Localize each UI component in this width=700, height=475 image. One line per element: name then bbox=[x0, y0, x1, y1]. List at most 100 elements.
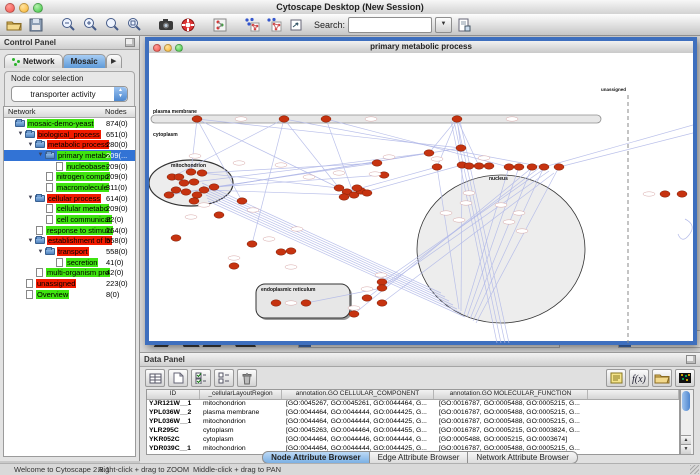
tree-expander-icon[interactable]: ▼ bbox=[36, 249, 45, 255]
network-edge[interactable] bbox=[544, 125, 693, 167]
network-node[interactable] bbox=[192, 192, 202, 198]
table-cell[interactable]: [GO:0016787, GO:0005488, GO:0005215, G..… bbox=[437, 409, 592, 418]
float-panel-icon[interactable] bbox=[686, 355, 696, 364]
table-cell[interactable]: mitochondrion bbox=[201, 418, 284, 427]
unselect-attributes-icon[interactable] bbox=[214, 369, 234, 387]
tree-row-nitrogen-compo[interactable]: nitrogen compo209(0) bbox=[4, 171, 135, 182]
network-node[interactable] bbox=[527, 164, 537, 170]
network-node[interactable] bbox=[339, 194, 349, 200]
table-cell[interactable]: [GO:0016787, GO:0005215, GO:0003824, G..… bbox=[437, 427, 592, 436]
tab-network[interactable]: Network bbox=[4, 54, 63, 68]
minimize-window-button[interactable] bbox=[19, 3, 29, 13]
float-panel-icon[interactable] bbox=[125, 38, 135, 47]
more-tabs-button[interactable]: ▶ bbox=[106, 54, 122, 68]
network-node[interactable] bbox=[452, 116, 462, 122]
function-builder-icon[interactable]: f(x) bbox=[629, 369, 649, 387]
network-node[interactable] bbox=[237, 198, 247, 204]
network-overview-icon[interactable] bbox=[210, 16, 230, 34]
table-row[interactable]: YPL036W__2plasma membrane[GO:0044464, GO… bbox=[147, 409, 679, 418]
tree-row-mosaic-demo-yeast[interactable]: mosaic-demo-yeast874(0) bbox=[4, 118, 135, 129]
network-edge[interactable] bbox=[429, 119, 457, 153]
table-cell[interactable]: [GO:0016787, GO:0005488, GO:0005215, G..… bbox=[437, 418, 592, 427]
search-input[interactable] bbox=[348, 17, 432, 33]
table-cell[interactable]: mitochondrion bbox=[201, 400, 284, 409]
network-node[interactable] bbox=[199, 187, 209, 193]
network-node[interactable] bbox=[352, 185, 362, 191]
tree-row-response-to-stimulu[interactable]: response to stimulu264(0) bbox=[4, 225, 135, 236]
table-cell[interactable]: plasma membrane bbox=[201, 409, 284, 418]
help-lifering-icon[interactable] bbox=[178, 16, 198, 34]
zoom-window-button[interactable] bbox=[33, 3, 43, 13]
column-header-1[interactable]: _cellularLayoutRegion bbox=[200, 390, 282, 399]
network-view-window[interactable]: primary metabolic process plasma membran… bbox=[145, 37, 697, 345]
network-node[interactable] bbox=[660, 191, 670, 197]
tree-row-cellular-metabo[interactable]: cellular metabo209(0) bbox=[4, 204, 135, 215]
annotation-page-icon[interactable] bbox=[286, 16, 306, 34]
import-attributes-icon[interactable] bbox=[652, 369, 672, 387]
table-cell[interactable]: [GO:0044464, GO:0044444, GO:0044425, G..… bbox=[284, 418, 437, 427]
zoom-in-icon[interactable] bbox=[80, 16, 100, 34]
table-cell[interactable]: cytoplasm bbox=[201, 436, 284, 445]
network-node[interactable] bbox=[186, 169, 196, 175]
network-node[interactable] bbox=[504, 164, 514, 170]
attribute-table-header[interactable]: ID_cellularLayoutRegionannotation.GO CEL… bbox=[147, 390, 679, 400]
close-window-button[interactable] bbox=[5, 3, 15, 13]
search-options-icon[interactable] bbox=[454, 16, 474, 34]
attribute-table-icon[interactable] bbox=[145, 369, 165, 387]
network-node[interactable] bbox=[349, 311, 359, 317]
network-node[interactable] bbox=[456, 145, 466, 151]
tab-mosaic[interactable]: Mosaic bbox=[63, 54, 106, 68]
tree-row-secretion[interactable]: secretion41(0) bbox=[4, 257, 135, 268]
tree-row-nucleobase-[interactable]: nucleobase-209(0) bbox=[4, 161, 135, 172]
network-node[interactable] bbox=[539, 164, 549, 170]
tree-expander-icon[interactable]: ▼ bbox=[16, 131, 25, 137]
network-edge[interactable] bbox=[202, 163, 377, 173]
column-header-0[interactable]: ID bbox=[147, 390, 200, 399]
tree-row-primary-metabo[interactable]: ▼primary metabo209(... bbox=[4, 150, 135, 161]
open-folder-icon[interactable] bbox=[4, 16, 24, 34]
network-node[interactable] bbox=[432, 164, 442, 170]
network-edge[interactable] bbox=[284, 119, 544, 167]
network-node[interactable] bbox=[301, 300, 311, 306]
tree-row-macromolecule[interactable]: macromolecule311(0) bbox=[4, 182, 135, 193]
network-node[interactable] bbox=[484, 163, 494, 169]
attribute-form-icon[interactable] bbox=[606, 369, 626, 387]
table-cell[interactable]: YJR121W__1 bbox=[147, 400, 201, 409]
tree-row-metabolic-process[interactable]: ▼metabolic process280(0) bbox=[4, 139, 135, 150]
network-node[interactable] bbox=[377, 300, 387, 306]
save-icon[interactable] bbox=[26, 16, 46, 34]
tree-row-overview[interactable]: Overview8(0) bbox=[4, 289, 135, 300]
network-node[interactable] bbox=[171, 235, 181, 241]
zoom-fit-icon[interactable] bbox=[102, 16, 122, 34]
network-node[interactable] bbox=[286, 248, 296, 254]
tree-expander-icon[interactable]: ▼ bbox=[36, 152, 45, 158]
network-node[interactable] bbox=[181, 189, 191, 195]
tree-row-transport[interactable]: ▼transport558(0) bbox=[4, 246, 135, 257]
column-header-2[interactable]: annotation.GO CELLULAR_COMPONENT bbox=[282, 390, 434, 399]
table-cell[interactable]: [GO:0045267, GO:0045261, GO:0044464, G..… bbox=[284, 400, 437, 409]
table-row[interactable]: YLR295Ccytoplasm[GO:0045263, GO:0044464,… bbox=[147, 427, 679, 436]
tree-expander-icon[interactable]: ▼ bbox=[26, 238, 35, 244]
column-header-3[interactable]: annotation.GO MOLECULAR_FUNCTION bbox=[434, 390, 588, 399]
network-node[interactable] bbox=[321, 116, 331, 122]
table-cell[interactable]: YPL036W__1 bbox=[147, 418, 201, 427]
network-node[interactable] bbox=[514, 164, 524, 170]
search-dropdown-button[interactable]: ▼ bbox=[435, 17, 452, 33]
table-vertical-scrollbar[interactable]: ▲ ▼ bbox=[680, 389, 694, 455]
zoom-out-icon[interactable] bbox=[58, 16, 78, 34]
network-node[interactable] bbox=[197, 170, 207, 176]
network-node[interactable] bbox=[171, 187, 181, 193]
node-color-dropdown[interactable]: transporter activity ▲▼ bbox=[11, 86, 128, 102]
zoom-selected-icon[interactable] bbox=[124, 16, 144, 34]
network-node[interactable] bbox=[179, 180, 189, 186]
select-attributes-icon[interactable] bbox=[191, 369, 211, 387]
table-row[interactable]: YJR121W__1mitochondrion[GO:0045267, GO:0… bbox=[147, 400, 679, 409]
minimize-view-button[interactable] bbox=[164, 44, 172, 52]
network-node[interactable] bbox=[464, 163, 474, 169]
network-node[interactable] bbox=[377, 279, 387, 285]
table-cell[interactable]: [GO:0045263, GO:0044464, GO:0044455, G..… bbox=[284, 427, 437, 436]
tree-row-unassigned[interactable]: unassigned223(0) bbox=[4, 278, 135, 289]
network-graph[interactable]: plasma membranecytoplasmmitochondrionnuc… bbox=[149, 53, 693, 345]
table-cell[interactable]: YPL036W__2 bbox=[147, 409, 201, 418]
tree-row-biological-process[interactable]: ▼biological_process651(0) bbox=[4, 129, 135, 140]
